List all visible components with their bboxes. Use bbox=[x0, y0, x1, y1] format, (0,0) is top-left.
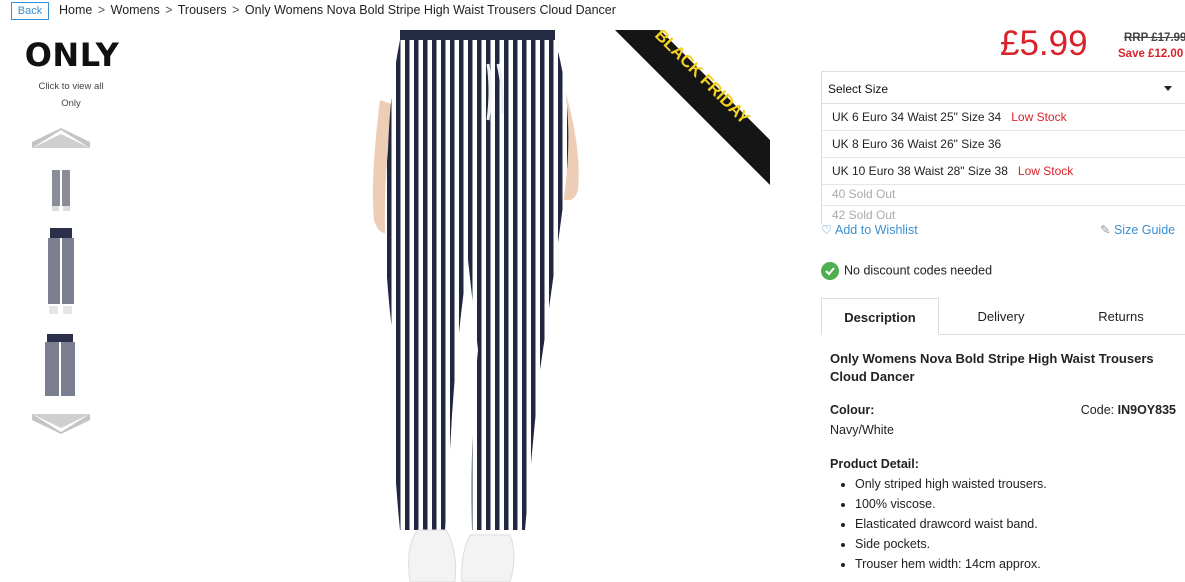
colour-value: Navy/White bbox=[830, 423, 894, 437]
size-options-list: UK 6 Euro 34 Waist 25" Size 34 Low Stock … bbox=[821, 104, 1185, 224]
stock-badge: Low Stock bbox=[1017, 164, 1074, 178]
tab-returns[interactable]: Returns bbox=[1061, 298, 1181, 335]
breadcrumb-separator: > bbox=[232, 3, 240, 17]
chevron-up-icon[interactable] bbox=[32, 128, 90, 148]
list-item: Only striped high waisted trousers. bbox=[855, 474, 1180, 494]
size-option[interactable]: UK 6 Euro 34 Waist 25" Size 34 Low Stock bbox=[822, 104, 1185, 131]
size-select-label: Select Size bbox=[828, 82, 889, 96]
size-select[interactable]: Select Size bbox=[821, 71, 1185, 104]
colour-row: Colour: Navy/White Code: IN9OY835 bbox=[830, 403, 1180, 451]
check-icon bbox=[821, 262, 839, 280]
rrp-price: RRP £17.99 bbox=[1124, 32, 1185, 44]
heart-icon: ♡ bbox=[821, 223, 833, 237]
brand-view-all-link[interactable]: Click to view all Only bbox=[11, 78, 131, 112]
breadcrumb-womens[interactable]: Womens bbox=[111, 3, 160, 17]
size-guide-label: Size Guide bbox=[1113, 223, 1176, 237]
code-value: IN9OY835 bbox=[1117, 403, 1176, 417]
code-label: Code: bbox=[1080, 403, 1115, 417]
size-guide-link[interactable]: ✎ Size Guide bbox=[1100, 222, 1175, 237]
stock-badge: Low Stock bbox=[1011, 110, 1067, 124]
breadcrumb-home[interactable]: Home bbox=[59, 3, 92, 17]
size-option-label: 42 Sold Out bbox=[832, 208, 896, 222]
breadcrumb-trousers[interactable]: Trousers bbox=[178, 3, 227, 17]
breadcrumb-current: Only Womens Nova Bold Stripe High Waist … bbox=[244, 3, 616, 17]
breadcrumb-separator: > bbox=[165, 3, 173, 17]
size-option-label: UK 8 Euro 36 Waist 26" Size 36 bbox=[832, 137, 1002, 151]
breadcrumb-separator: > bbox=[97, 3, 106, 17]
description-panel: Only Womens Nova Bold Stripe High Waist … bbox=[830, 350, 1180, 574]
list-item: Side pockets. bbox=[855, 534, 1180, 554]
size-option[interactable]: UK 8 Euro 36 Waist 26" Size 36 bbox=[822, 131, 1185, 158]
size-option-label: 40 Sold Out bbox=[832, 187, 896, 201]
size-option-label: UK 6 Euro 34 Waist 25" Size 34 bbox=[832, 110, 1002, 124]
size-option[interactable]: UK 10 Euro 38 Waist 28" Size 38 Low Stock bbox=[822, 158, 1185, 185]
product-tabs: Description Delivery Returns bbox=[821, 298, 1185, 335]
product-main-image[interactable]: BLACK FRIDAY bbox=[360, 30, 770, 582]
size-option-soldout: 40 Sold Out bbox=[822, 185, 1185, 206]
list-item: 100% viscose. bbox=[855, 494, 1180, 514]
tab-delivery[interactable]: Delivery bbox=[941, 298, 1061, 335]
current-price: £5.99 bbox=[1000, 24, 1088, 63]
add-to-wishlist-link[interactable]: ♡ Add to Wishlist bbox=[821, 222, 918, 237]
back-button[interactable]: Back bbox=[11, 2, 49, 20]
black-friday-badge: BLACK FRIDAY bbox=[615, 30, 770, 185]
thumbnail-1[interactable] bbox=[37, 166, 87, 214]
product-detail-label: Product Detail: bbox=[830, 457, 919, 471]
chevron-down-icon[interactable] bbox=[32, 414, 90, 434]
breadcrumb: Home > Womens > Trousers > Only Womens N… bbox=[59, 3, 616, 17]
list-item: Elasticated drawcord waist band. bbox=[855, 514, 1180, 534]
thumbnail-3[interactable] bbox=[37, 334, 87, 396]
thumbnail-2[interactable] bbox=[37, 228, 87, 320]
brand-link-line1: Click to view all bbox=[38, 81, 104, 92]
discount-label: No discount codes needed bbox=[844, 263, 993, 278]
product-code: Code: IN9OY835 bbox=[1081, 403, 1176, 417]
brand-link-line2: Only bbox=[61, 98, 81, 109]
wishlist-label: Add to Wishlist bbox=[835, 223, 918, 237]
discount-notice: No discount codes needed bbox=[821, 262, 992, 280]
tab-description[interactable]: Description bbox=[821, 298, 939, 335]
caret-down-icon bbox=[1164, 86, 1172, 91]
save-amount: Save £12.00 bbox=[1118, 48, 1184, 60]
product-title: Only Womens Nova Bold Stripe High Waist … bbox=[830, 351, 1154, 384]
ruler-icon: ✎ bbox=[1100, 223, 1111, 237]
product-detail-list: Only striped high waisted trousers. 100%… bbox=[855, 474, 1180, 574]
size-option-label: UK 10 Euro 38 Waist 28" Size 38 bbox=[832, 164, 1008, 178]
list-item: Trouser hem width: 14cm approx. bbox=[855, 554, 1180, 574]
brand-logo[interactable]: ONLY bbox=[11, 36, 133, 74]
